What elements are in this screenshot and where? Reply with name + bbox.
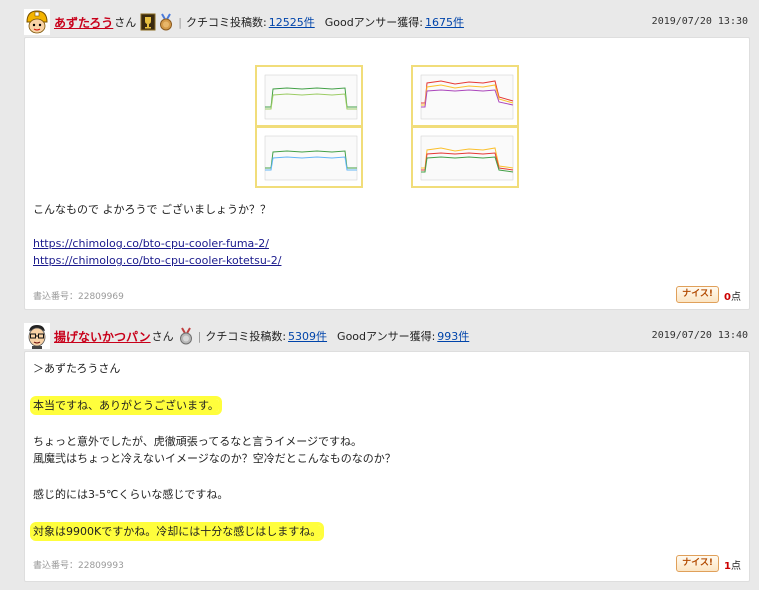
- external-link[interactable]: https://chimolog.co/bto-cpu-cooler-kotet…: [33, 253, 281, 269]
- username-link[interactable]: 揚げないかつパン: [54, 328, 151, 345]
- good-answer-label: Goodアンサー獲得:: [337, 330, 436, 343]
- good-answer-count-link[interactable]: 993件: [437, 328, 469, 344]
- line-graph-image: [264, 135, 358, 181]
- post-text-line: 本当ですね、ありがとうございます。: [33, 398, 219, 414]
- nice-count: 1点: [724, 557, 741, 572]
- thread-container: あずたろう さん | クチコミ投稿数: 12525件 Goodアンサー獲得: 1…: [0, 0, 759, 590]
- post-text-line: 対象は9900Kですかね。冷却には十分な感じはしますね。: [33, 524, 322, 540]
- graph-thumbnail[interactable]: [255, 126, 363, 188]
- user-avatar-icon[interactable]: [24, 9, 50, 35]
- post-number: 書込番号：22809969: [33, 292, 124, 302]
- post-number: 書込番号：22809993: [33, 561, 124, 571]
- nice-count: 0点: [724, 288, 741, 303]
- silver-medal-icon: [179, 327, 192, 345]
- graph-thumbnail[interactable]: [411, 65, 519, 127]
- post-header: 揚げないかつパン さん | クチコミ投稿数: 5309件 Goodアンサー獲得:…: [24, 322, 752, 350]
- graph-thumbnail[interactable]: [411, 126, 519, 188]
- nice-count-value: 1: [724, 561, 731, 572]
- line-graph-image: [264, 74, 358, 120]
- post-date: 2019/07/20 13:30: [651, 16, 748, 27]
- post-text-line: こんなもので よかろうで ございましょうか？？: [33, 203, 271, 216]
- nice-count-value: 0: [724, 292, 731, 303]
- nice-button[interactable]: ナイス!: [676, 286, 719, 303]
- divider: |: [197, 329, 202, 343]
- post-text-line: 感じ的には3-5℃くらいな感じですね。: [33, 488, 229, 501]
- honorific: さん: [114, 16, 137, 29]
- highlighted-text: 対象は9900Kですかね。冷却には十分な感じはしますね。: [33, 525, 322, 538]
- username-link[interactable]: あずたろう: [54, 14, 113, 31]
- external-link[interactable]: https://chimolog.co/bto-cpu-cooler-fuma-…: [33, 236, 269, 252]
- honorific: さん: [151, 330, 174, 343]
- good-answer-label: Goodアンサー獲得:: [324, 16, 423, 29]
- divider: |: [178, 15, 182, 29]
- kuchikomi-count-link[interactable]: 5309件: [288, 328, 327, 344]
- bronze-medal-icon: [160, 13, 173, 31]
- nice-count-unit: 点: [731, 292, 741, 303]
- user-avatar-icon[interactable]: [24, 323, 50, 349]
- highlighted-text: 本当ですね、ありがとうございます。: [33, 399, 219, 412]
- kuchikomi-count-link[interactable]: 12525件: [269, 14, 315, 30]
- post-date: 2019/07/20 13:40: [651, 330, 748, 341]
- graph-thumbnail[interactable]: [255, 65, 363, 127]
- nice-button[interactable]: ナイス!: [676, 555, 719, 572]
- line-graph-image: [420, 74, 514, 120]
- post-text-line: ＞あずたろうさん: [33, 362, 121, 375]
- post-body: ＞あずたろうさん 本当ですね、ありがとうございます。 ちょっと意外でしたが、虎徹…: [24, 351, 750, 582]
- post-header: あずたろう さん | クチコミ投稿数: 12525件 Goodアンサー獲得: 1…: [24, 8, 752, 36]
- post-body: こんなもので よかろうで ございましょうか？？ https://chimolog…: [24, 37, 750, 310]
- good-answer-count-link[interactable]: 1675件: [425, 14, 464, 30]
- post-text-line: ちょっと意外でしたが、虎徹頑張ってるなと言うイメージですね。: [33, 435, 363, 448]
- line-graph-image: [420, 135, 514, 181]
- nice-count-unit: 点: [731, 561, 741, 572]
- post-text-line: 風魔弐はちょっと冷えないイメージなのか？空冷だとこんなものなのか？: [33, 452, 396, 465]
- kuchikomi-label: クチコミ投稿数:: [186, 16, 267, 29]
- trophy-badge-icon: [140, 13, 156, 31]
- kuchikomi-label: クチコミ投稿数:: [205, 330, 287, 343]
